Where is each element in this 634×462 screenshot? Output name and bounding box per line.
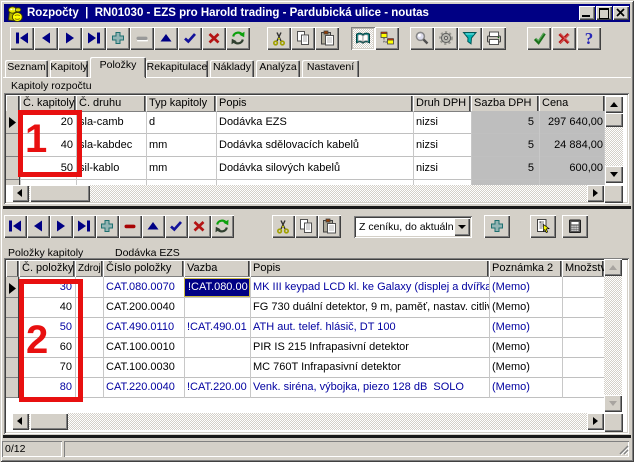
- svg-text:?: ?: [585, 30, 594, 46]
